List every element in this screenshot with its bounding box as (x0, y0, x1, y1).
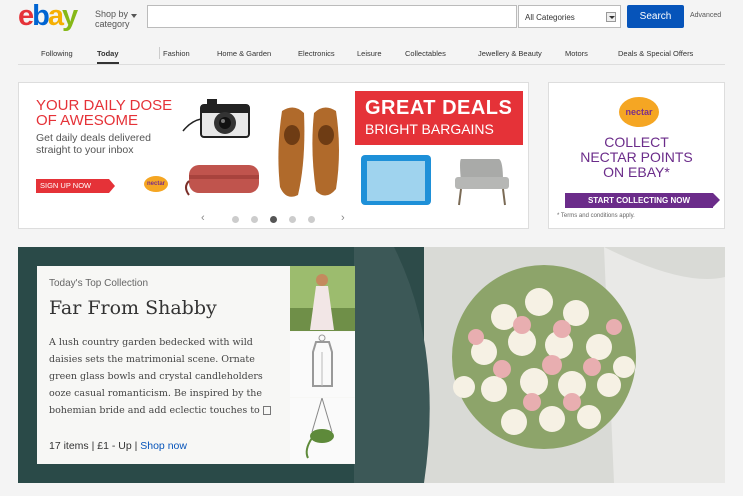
collection-title[interactable]: Far From Shabby (49, 297, 217, 319)
terms-note: * Terms and conditions apply. (557, 213, 635, 219)
promo-subtext: Get daily deals delivered straight to yo… (36, 132, 151, 156)
carousel-dot-4[interactable] (289, 216, 296, 223)
nectar-panel[interactable]: nectar COLLECT NECTAR POINTS ON EBAY* ST… (554, 88, 720, 213)
carousel-dot-3[interactable] (270, 216, 277, 223)
nav-today[interactable]: Today (97, 49, 119, 64)
nav-home-garden[interactable]: Home & Garden (217, 49, 271, 58)
collection-description: A lush country garden bedecked with wild… (49, 334, 279, 419)
bride-thumbnail[interactable] (290, 266, 355, 331)
ebay-logo[interactable]: ebay (18, 1, 78, 31)
bouquet-image[interactable] (354, 247, 725, 483)
shoes-icon (278, 107, 339, 197)
deals-subtitle: BRIGHT BARGAINS (365, 121, 494, 137)
camera-icon (182, 99, 250, 138)
chair-icon (455, 159, 509, 206)
category-select-value: All Categories (525, 13, 575, 22)
start-collecting-button[interactable]: START COLLECTING NOW (565, 193, 720, 208)
armchair-image[interactable] (441, 151, 523, 207)
nav-deals-offers[interactable]: Deals & Special Offers (618, 49, 693, 58)
phone-icon (361, 155, 431, 205)
collection-kicker: Today's Top Collection (49, 278, 149, 289)
nav-leisure[interactable]: Leisure (357, 49, 382, 58)
carousel-dot-1[interactable] (232, 216, 239, 223)
nav-motors[interactable]: Motors (565, 49, 588, 58)
shop-by-label: Shop by (95, 9, 129, 19)
collection-thumbnails (290, 266, 355, 464)
nectar-headline: COLLECT NECTAR POINTS ON EBAY* (580, 134, 693, 180)
nav-collectables[interactable]: Collectables (405, 49, 446, 58)
nav-fashion[interactable]: Fashion (163, 49, 190, 58)
nectar-badge: nectar (144, 176, 168, 192)
nav-following[interactable]: Following (41, 49, 73, 58)
price-range: £1 - Up (97, 440, 132, 452)
top-collection-hero: Today's Top Collection Far From Shabby A… (18, 247, 725, 483)
daily-deals-promo[interactable]: YOUR DAILY DOSE OF AWESOME Get daily dea… (19, 83, 179, 208)
lantern-thumbnail[interactable] (290, 332, 355, 397)
carousel-prev-icon[interactable]: ‹ (201, 212, 205, 224)
nav-electronics[interactable]: Electronics (298, 49, 335, 58)
nav-jewellery-beauty[interactable]: Jewellery & Beauty (478, 49, 542, 58)
category-select[interactable]: All Categories (518, 5, 621, 28)
deals-carousel: YOUR DAILY DOSE OF AWESOME Get daily dea… (18, 82, 529, 229)
clutch-bag-image[interactable] (181, 151, 263, 207)
search-input[interactable] (147, 5, 517, 28)
category-label: category (95, 19, 130, 29)
collection-footer: 17 items | £1 - Up | Shop now (49, 440, 187, 452)
nectar-promo: nectar COLLECT NECTAR POINTS ON EBAY* ST… (548, 82, 725, 229)
great-deals-banner[interactable]: GREAT DEALS BRIGHT BARGAINS (355, 91, 523, 145)
category-nav: Following Today Fashion Home & Garden El… (18, 43, 725, 65)
item-count: 17 items (49, 440, 89, 452)
chevron-down-icon (131, 14, 137, 18)
nectar-logo: nectar (619, 97, 659, 127)
carousel-next-icon[interactable]: › (341, 212, 345, 224)
advanced-search-link[interactable]: Advanced (690, 12, 721, 19)
shop-by-category-button[interactable]: Shop by category (95, 9, 137, 29)
carousel-dot-5[interactable] (308, 216, 315, 223)
document-icon (262, 406, 271, 415)
carousel-dot-2[interactable] (251, 216, 258, 223)
camera-image[interactable] (181, 91, 263, 145)
deals-title: GREAT DEALS (365, 97, 513, 119)
header: ebay Shop by category All Categories Sea… (0, 0, 743, 38)
hanging-plant-thumbnail[interactable] (290, 398, 355, 463)
shop-now-link[interactable]: Shop now (140, 440, 187, 452)
bag-icon (185, 165, 259, 196)
search-button[interactable]: Search (627, 5, 684, 28)
promo-headline: YOUR DAILY DOSE OF AWESOME (36, 97, 173, 129)
nav-divider (159, 47, 160, 59)
phone-image[interactable] (355, 151, 437, 207)
dropdown-arrow-icon (606, 12, 616, 22)
sign-up-button[interactable]: SIGN UP NOW (36, 179, 115, 193)
shoes-image[interactable] (268, 91, 350, 207)
ebay-homepage: ebay Shop by category All Categories Sea… (0, 0, 743, 496)
collection-card[interactable]: Today's Top Collection Far From Shabby A… (37, 266, 355, 464)
